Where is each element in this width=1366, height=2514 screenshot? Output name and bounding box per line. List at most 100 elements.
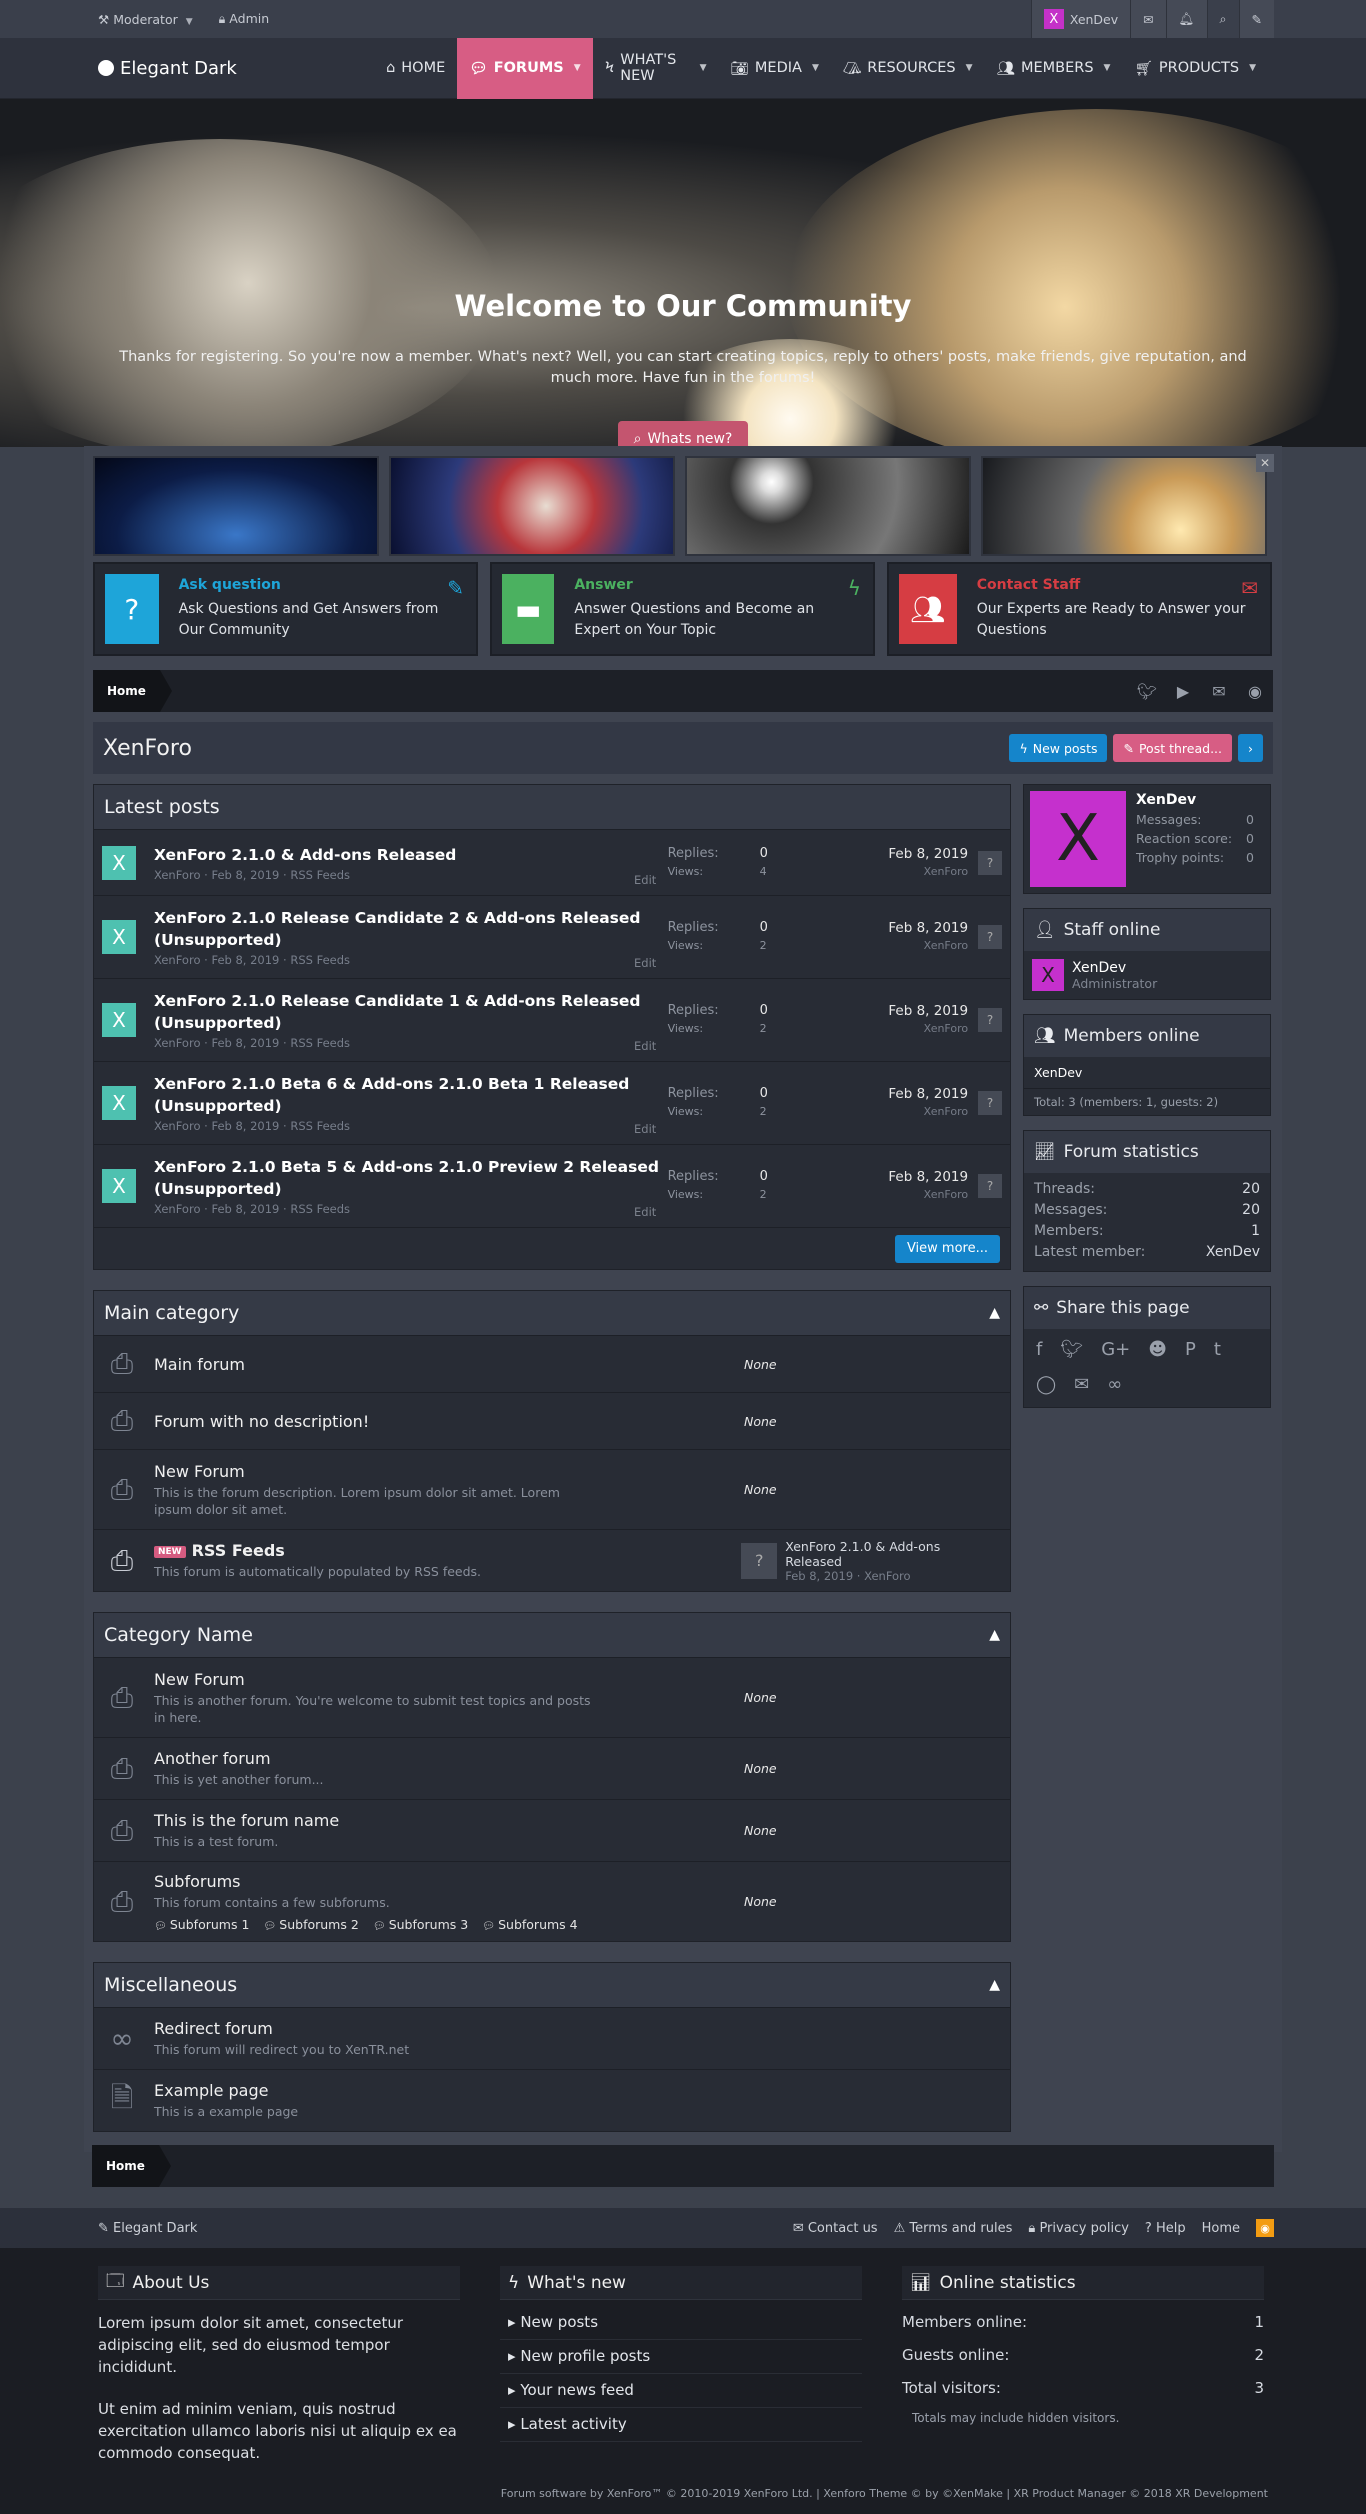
subforum-link[interactable]: 💬︎ Subforums 4: [482, 1917, 577, 1932]
author-link[interactable]: XenForo: [154, 1036, 200, 1050]
user-avatar[interactable]: X: [1030, 791, 1126, 887]
footer-link-home[interactable]: Home: [1202, 2221, 1240, 2236]
whats-new-button[interactable]: ⌕ Whats new?: [618, 421, 748, 447]
whatsapp-icon[interactable]: ◯: [1036, 1374, 1056, 1395]
feature-box[interactable]: ▬ Answer Answer Questions and Become an Ex…: [490, 562, 875, 656]
avatar[interactable]: X: [102, 920, 136, 954]
footer-link-help[interactable]: ? Help: [1145, 2221, 1186, 2236]
youtube-icon[interactable]: ▶: [1165, 670, 1201, 712]
footer-whats-new-link[interactable]: ▸ Latest activity: [500, 2408, 862, 2442]
close-icon[interactable]: ✕: [1256, 454, 1274, 472]
avatar[interactable]: X: [1032, 959, 1064, 991]
nav-tab-home[interactable]: ⌂ HOME: [374, 38, 457, 99]
link-icon[interactable]: ∞: [1107, 1374, 1122, 1395]
last-post-user[interactable]: XenForo: [779, 937, 968, 955]
avatar[interactable]: X: [102, 845, 136, 880]
thread-title-link[interactable]: XenForo 2.1.0 & Add-ons Released: [154, 846, 456, 864]
last-post-user[interactable]: XenForo: [779, 1103, 968, 1121]
author-link[interactable]: XenForo: [154, 1119, 200, 1133]
style-chooser[interactable]: ✎ Elegant Dark: [98, 2221, 197, 2236]
forum-name-link[interactable]: Example page: [154, 2081, 268, 2100]
forum-link[interactable]: RSS Feeds: [290, 1119, 350, 1133]
forum-name-link[interactable]: This is the forum name: [154, 1811, 339, 1830]
feature-title[interactable]: Ask question: [179, 577, 466, 593]
chevron-up-icon[interactable]: ▲: [989, 1977, 1000, 1993]
feature-title[interactable]: Contact Staff: [977, 577, 1260, 593]
avatar[interactable]: X: [102, 1086, 136, 1120]
forum-name-link[interactable]: New Forum: [154, 1462, 245, 1481]
post-thread-button[interactable]: ✎ Post thread...: [1113, 734, 1232, 762]
breadcrumb-home[interactable]: Home: [92, 2145, 171, 2187]
nav-tab-media[interactable]: 📷︎ MEDIA ▼: [718, 38, 830, 99]
last-post-date[interactable]: Feb 8, 2019: [888, 1086, 968, 1102]
admin-link[interactable]: 🔒︎ Admin: [219, 11, 269, 27]
edit-link[interactable]: Edit: [634, 873, 656, 887]
nav-tab-resources[interactable]: ⛺︎ RESOURCES ▼: [831, 38, 985, 99]
last-post-user[interactable]: XenForo: [779, 1186, 968, 1204]
forum-name-link[interactable]: Forum with no description!: [154, 1412, 369, 1431]
last-post-date[interactable]: Feb 8, 2019: [888, 1169, 968, 1185]
feature-title[interactable]: Answer: [574, 577, 863, 593]
edit-link[interactable]: Edit: [634, 1039, 656, 1053]
user-name[interactable]: XenDev: [1136, 791, 1264, 810]
forum-link[interactable]: RSS Feeds: [290, 953, 350, 967]
category-title[interactable]: Miscellaneous: [104, 1974, 237, 1996]
nav-tab-members[interactable]: 👥︎ MEMBERS ▼: [985, 38, 1123, 99]
edit-link[interactable]: Edit: [634, 956, 656, 970]
thread-title-link[interactable]: XenForo 2.1.0 Release Candidate 1 & Add-…: [154, 992, 641, 1032]
edit-button[interactable]: ✎: [1238, 0, 1274, 38]
chevron-up-icon[interactable]: ▲: [989, 1305, 1000, 1321]
forum-name-link[interactable]: New Forum: [154, 1670, 245, 1689]
google-plus-icon[interactable]: G+: [1101, 1339, 1130, 1360]
member-link[interactable]: XenDev: [1024, 1057, 1270, 1089]
forum-link[interactable]: RSS Feeds: [290, 1202, 350, 1216]
subforum-link[interactable]: 💬︎ Subforums 3: [373, 1917, 468, 1932]
footer-link-contact-us[interactable]: ✉ Contact us: [793, 2221, 878, 2236]
last-post-date[interactable]: Feb 8, 2019: [888, 846, 968, 862]
search-button[interactable]: ⌕: [1206, 0, 1239, 38]
forum-name-link[interactable]: Main forum: [154, 1355, 245, 1374]
avatar[interactable]: X: [102, 1003, 136, 1037]
reddit-icon[interactable]: ☻: [1148, 1339, 1167, 1360]
rss-icon[interactable]: ◉: [1256, 2219, 1274, 2237]
latest-member-link[interactable]: XenDev: [1206, 1242, 1260, 1263]
subforum-link[interactable]: 💬︎ Subforums 2: [263, 1917, 358, 1932]
last-post-date[interactable]: Feb 8, 2019: [888, 920, 968, 936]
next-button[interactable]: ›: [1238, 734, 1263, 762]
footer-whats-new-link[interactable]: ▸ New posts: [500, 2306, 862, 2340]
forum-name-link[interactable]: Redirect forum: [154, 2019, 273, 2038]
feature-box[interactable]: 👥︎ Contact Staff Our Experts are Ready to …: [887, 562, 1272, 656]
site-logo[interactable]: Elegant Dark: [98, 58, 374, 79]
forum-name-link[interactable]: Subforums: [154, 1872, 241, 1891]
author-link[interactable]: XenForo: [154, 953, 200, 967]
forum-link[interactable]: RSS Feeds: [290, 1036, 350, 1050]
footer-whats-new-link[interactable]: ▸ New profile posts: [500, 2340, 862, 2374]
thread-title-link[interactable]: XenForo 2.1.0 Beta 5 & Add-ons 2.1.0 Pre…: [154, 1158, 659, 1198]
last-post-user[interactable]: XenForo: [779, 1020, 968, 1038]
footer-link-privacy-policy[interactable]: 🔒︎ Privacy policy: [1028, 2221, 1129, 2236]
avatar[interactable]: X: [102, 1169, 136, 1203]
last-post-user[interactable]: XenForo: [779, 863, 968, 881]
footer-whats-new-link[interactable]: ▸ Your news feed: [500, 2374, 862, 2408]
moderator-link[interactable]: ⚒ Moderator ▼: [98, 12, 193, 27]
inbox-button[interactable]: ✉: [1130, 0, 1166, 38]
author-link[interactable]: XenForo: [154, 868, 200, 882]
last-post-link[interactable]: XenForo 2.1.0 & Add-ons Released: [785, 1539, 940, 1569]
forum-name-link[interactable]: Another forum: [154, 1749, 271, 1768]
edit-link[interactable]: Edit: [634, 1205, 656, 1219]
thread-title-link[interactable]: XenForo 2.1.0 Beta 6 & Add-ons 2.1.0 Bet…: [154, 1075, 629, 1115]
chevron-up-icon[interactable]: ▲: [989, 1627, 1000, 1643]
staff-name[interactable]: XenDev: [1072, 960, 1157, 976]
forum-name-link[interactable]: RSS Feeds: [192, 1541, 285, 1560]
tumblr-icon[interactable]: t: [1214, 1339, 1221, 1360]
forum-link[interactable]: RSS Feeds: [290, 868, 350, 882]
facebook-icon[interactable]: f: [1036, 1339, 1042, 1360]
nav-tab-forums[interactable]: 💬︎ FORUMS ▼: [457, 37, 593, 99]
edit-link[interactable]: Edit: [634, 1122, 656, 1136]
author-link[interactable]: XenForo: [154, 1202, 200, 1216]
pinterest-icon[interactable]: P: [1185, 1339, 1196, 1360]
mail-icon[interactable]: ✉: [1201, 670, 1237, 712]
thread-title-link[interactable]: XenForo 2.1.0 Release Candidate 2 & Add-…: [154, 909, 641, 949]
feature-box[interactable]: ? Ask question Ask Questions and Get Answe…: [93, 562, 478, 656]
rss-icon[interactable]: ◉: [1237, 670, 1273, 712]
